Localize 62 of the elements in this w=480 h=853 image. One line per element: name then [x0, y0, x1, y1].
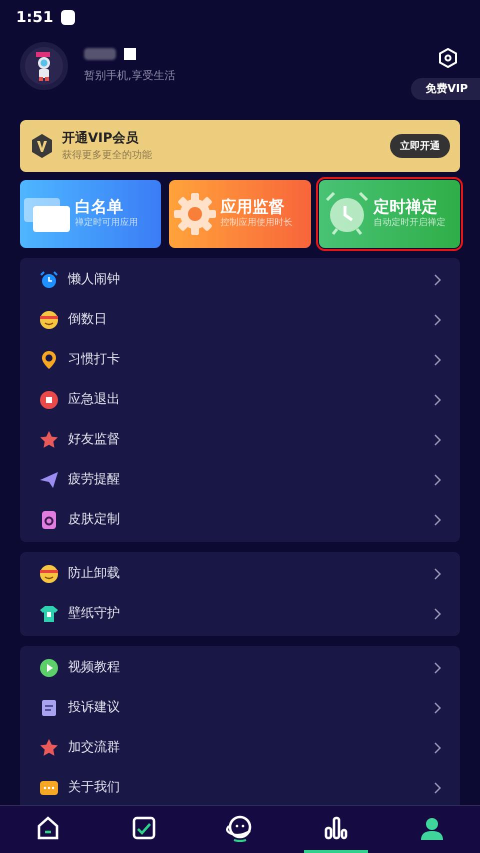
menu-item[interactable]: 疲劳提醒	[20, 460, 460, 500]
v-badge-icon	[30, 133, 54, 159]
chevron-right-icon	[434, 314, 442, 326]
menu-item[interactable]: 壁纸守护	[20, 594, 460, 634]
chevron-right-icon	[434, 568, 442, 580]
activate-button[interactable]: 立即开通	[390, 134, 450, 158]
card-title: 应用监督	[220, 197, 286, 218]
palette-icon	[39, 510, 59, 530]
chevron-right-icon	[434, 514, 442, 526]
chevron-right-icon	[434, 702, 442, 714]
home-icon	[36, 816, 60, 840]
chevron-right-icon	[434, 782, 442, 794]
vip-subtitle: 获得更多更全的功能	[62, 148, 152, 164]
menu-item[interactable]: 防止卸载	[20, 554, 460, 594]
menu-item[interactable]: 投诉建议	[20, 688, 460, 728]
menu-item[interactable]: 倒数日	[20, 300, 460, 340]
free-vip-button[interactable]: 免费VIP	[411, 78, 480, 100]
menu-item[interactable]: 应急退出	[20, 380, 460, 420]
status-time: 1:51	[16, 6, 54, 28]
chat-icon	[39, 778, 59, 798]
vip-title: 开通VIP会员	[62, 130, 140, 148]
location-pin-icon	[39, 350, 59, 370]
chevron-right-icon	[434, 662, 442, 674]
card-subtitle: 自动定时开启禅定	[374, 217, 446, 230]
person-icon	[420, 816, 444, 840]
settings-icon[interactable]	[438, 48, 458, 68]
menu-item[interactable]: 关于我们	[20, 768, 460, 805]
chevron-right-icon	[434, 434, 442, 446]
bar-chart-icon	[324, 816, 348, 840]
star-icon	[39, 738, 59, 758]
menu-item[interactable]: 懒人闹钟	[20, 260, 460, 300]
chevron-right-icon	[434, 474, 442, 486]
chevron-right-icon	[434, 274, 442, 286]
document-icon	[39, 698, 59, 718]
star-icon	[39, 430, 59, 450]
chevron-right-icon	[434, 394, 442, 406]
profile-tagline: 暂别手机,享受生活	[84, 68, 176, 84]
avatar[interactable]	[20, 42, 68, 90]
face-icon	[39, 564, 59, 584]
notification-icon	[61, 10, 76, 24]
stop-icon	[39, 390, 59, 410]
chevron-right-icon	[434, 608, 442, 620]
card-title: 定时禅定	[374, 197, 439, 218]
chevron-right-icon	[434, 354, 442, 366]
checkbox-icon	[132, 816, 156, 840]
blurred-username	[84, 48, 136, 60]
card-title: 白名单	[75, 197, 124, 218]
menu-item[interactable]: 皮肤定制	[20, 500, 460, 540]
shirt-icon	[39, 604, 59, 624]
paper-plane-icon	[39, 470, 59, 490]
card-subtitle: 控制应用使用时长	[220, 217, 292, 230]
vip-banner[interactable]: 开通VIP会员 获得更多更全的功能 立即开通	[20, 120, 460, 172]
gear-icon	[173, 192, 218, 236]
menu-item[interactable]: 习惯打卡	[20, 340, 460, 380]
menu-item[interactable]: 好友监督	[20, 420, 460, 460]
face-icon	[39, 310, 59, 330]
card-subtitle: 禅定时可用应用	[75, 217, 138, 230]
alarm-clock-icon	[39, 270, 59, 290]
menu-item[interactable]: 视频教程	[20, 648, 460, 688]
play-icon	[39, 658, 59, 678]
menu-item[interactable]: 加交流群	[20, 728, 460, 768]
chevron-right-icon	[434, 742, 442, 754]
